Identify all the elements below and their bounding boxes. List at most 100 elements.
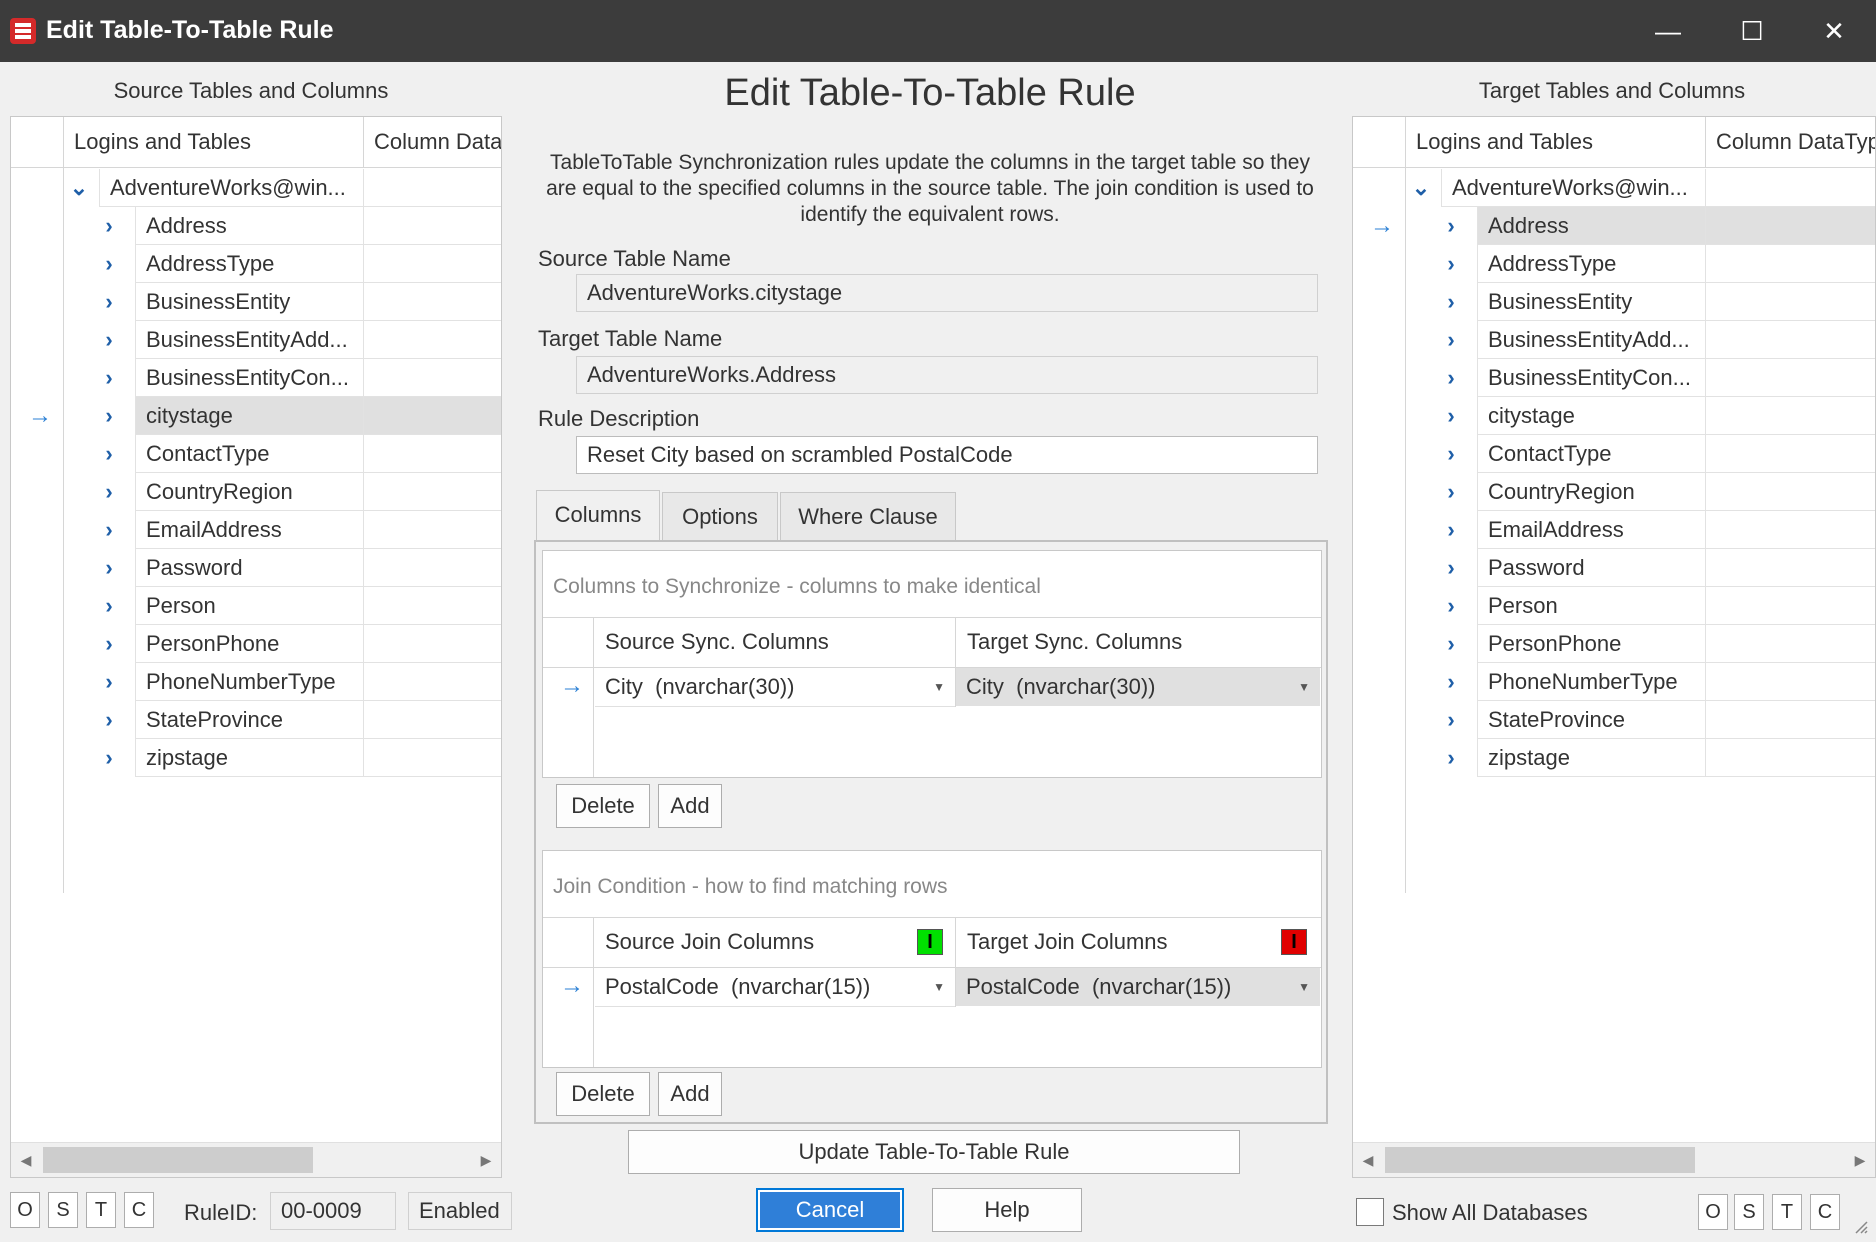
tree-table-row[interactable]: › zipstage — [11, 739, 501, 777]
tree-table-row[interactable]: › ContactType — [11, 435, 501, 473]
collapse-icon[interactable]: ⌄ — [1409, 169, 1433, 207]
scroll-left-icon[interactable]: ◀ — [1353, 1143, 1383, 1177]
tab-options[interactable]: Options — [662, 492, 778, 542]
sync-source-combo[interactable]: City (nvarchar(30)) ▼ — [595, 668, 955, 707]
source-tree-grid[interactable]: Logins and Tables Column DataT ⌄ Adventur… — [10, 116, 502, 1178]
tree-table-row[interactable]: › AddressType — [1353, 245, 1875, 283]
expand-icon[interactable]: › — [1439, 207, 1463, 245]
expand-icon[interactable]: › — [1439, 625, 1463, 663]
target-tree-grid[interactable]: Logins and Tables Column DataTyp ⌄ Advent… — [1352, 116, 1876, 1178]
expand-icon[interactable]: › — [97, 473, 121, 511]
source-s-button[interactable]: S — [48, 1192, 78, 1228]
expand-icon[interactable]: › — [97, 701, 121, 739]
target-col-datatype[interactable]: Column DataTyp — [1705, 117, 1875, 167]
target-o-button[interactable]: O — [1698, 1194, 1728, 1230]
sync-add-button[interactable]: Add — [658, 784, 722, 828]
join-source-combo[interactable]: PostalCode (nvarchar(15)) ▼ — [595, 968, 955, 1007]
source-o-button[interactable]: O — [10, 1192, 40, 1228]
sync-target-col-header[interactable]: Target Sync. Columns — [967, 617, 1182, 667]
target-hscrollbar[interactable]: ◀ ▶ — [1353, 1142, 1875, 1177]
target-c-button[interactable]: C — [1810, 1194, 1840, 1230]
dropdown-icon[interactable]: ▼ — [933, 980, 945, 994]
source-col-datatype[interactable]: Column DataT — [363, 117, 501, 167]
tree-table-row[interactable]: › PhoneNumberType — [1353, 663, 1875, 701]
join-target-combo[interactable]: PostalCode (nvarchar(15)) ▼ — [956, 968, 1320, 1006]
tree-table-row[interactable]: › PersonPhone — [1353, 625, 1875, 663]
expand-icon[interactable]: › — [97, 511, 121, 549]
resize-grip-icon[interactable] — [1852, 1218, 1868, 1234]
sync-target-combo[interactable]: City (nvarchar(30)) ▼ — [956, 668, 1320, 706]
join-delete-button[interactable]: Delete — [556, 1072, 650, 1116]
expand-icon[interactable]: › — [1439, 587, 1463, 625]
tree-table-row[interactable]: › BusinessEntityAdd... — [1353, 321, 1875, 359]
expand-icon[interactable]: › — [97, 283, 121, 321]
tree-table-row[interactable]: › StateProvince — [1353, 701, 1875, 739]
tree-table-row[interactable]: › CountryRegion — [11, 473, 501, 511]
tree-table-row[interactable]: › Password — [11, 549, 501, 587]
tree-table-row[interactable]: › BusinessEntityCon... — [11, 359, 501, 397]
maximize-button[interactable]: ☐ — [1710, 0, 1794, 62]
expand-icon[interactable]: › — [97, 663, 121, 701]
minimize-button[interactable]: — — [1626, 0, 1710, 62]
tree-table-row[interactable]: › PhoneNumberType — [11, 663, 501, 701]
target-t-button[interactable]: T — [1772, 1194, 1802, 1230]
expand-icon[interactable]: › — [1439, 473, 1463, 511]
tree-root-row[interactable]: ⌄ AdventureWorks@win... — [11, 169, 501, 207]
tree-table-row[interactable]: › BusinessEntityCon... — [1353, 359, 1875, 397]
tree-table-row[interactable]: › Person — [1353, 587, 1875, 625]
source-col-logins[interactable]: Logins and Tables — [63, 117, 375, 167]
tab-where-clause[interactable]: Where Clause — [780, 492, 956, 542]
dropdown-icon[interactable]: ▼ — [933, 680, 945, 694]
collapse-icon[interactable]: ⌄ — [67, 169, 91, 207]
expand-icon[interactable]: › — [97, 207, 121, 245]
dropdown-icon[interactable]: ▼ — [1298, 680, 1310, 694]
scroll-thumb[interactable] — [1385, 1147, 1695, 1173]
expand-icon[interactable]: › — [97, 625, 121, 663]
expand-icon[interactable]: › — [1439, 663, 1463, 701]
tree-table-row[interactable]: › Password — [1353, 549, 1875, 587]
expand-icon[interactable]: › — [97, 435, 121, 473]
expand-icon[interactable]: › — [1439, 549, 1463, 587]
scroll-right-icon[interactable]: ▶ — [471, 1143, 501, 1177]
join-source-col-header[interactable]: Source Join Columns — [605, 917, 814, 967]
tree-table-row[interactable]: › citystage — [1353, 397, 1875, 435]
update-rule-button[interactable]: Update Table-To-Table Rule — [628, 1130, 1240, 1174]
tree-table-row[interactable]: › StateProvince — [11, 701, 501, 739]
target-s-button[interactable]: S — [1734, 1194, 1764, 1230]
show-all-databases-checkbox[interactable] — [1356, 1198, 1384, 1226]
tree-table-row[interactable]: › PersonPhone — [11, 625, 501, 663]
tree-table-row[interactable]: › ContactType — [1353, 435, 1875, 473]
join-target-col-header[interactable]: Target Join Columns — [967, 917, 1168, 967]
cancel-button[interactable]: Cancel — [756, 1188, 904, 1232]
expand-icon[interactable]: › — [97, 321, 121, 359]
scroll-right-icon[interactable]: ▶ — [1845, 1143, 1875, 1177]
tree-table-row[interactable]: › Address — [11, 207, 501, 245]
scroll-left-icon[interactable]: ◀ — [11, 1143, 41, 1177]
source-c-button[interactable]: C — [124, 1192, 154, 1228]
expand-icon[interactable]: › — [1439, 397, 1463, 435]
expand-icon[interactable]: › — [1439, 435, 1463, 473]
close-button[interactable]: ✕ — [1792, 0, 1876, 62]
expand-icon[interactable]: › — [1439, 359, 1463, 397]
expand-icon[interactable]: › — [97, 359, 121, 397]
source-hscrollbar[interactable]: ◀ ▶ — [11, 1142, 501, 1177]
dropdown-icon[interactable]: ▼ — [1298, 980, 1310, 994]
expand-icon[interactable]: › — [1439, 511, 1463, 549]
expand-icon[interactable]: › — [1439, 701, 1463, 739]
expand-icon[interactable]: › — [97, 549, 121, 587]
tab-columns[interactable]: Columns — [536, 490, 660, 542]
tree-table-row[interactable]: › Person — [11, 587, 501, 625]
tree-table-row[interactable]: → › Address — [1353, 207, 1875, 245]
source-t-button[interactable]: T — [86, 1192, 116, 1228]
tree-table-row[interactable]: › CountryRegion — [1353, 473, 1875, 511]
expand-icon[interactable]: › — [1439, 739, 1463, 777]
tree-table-row[interactable]: → › citystage — [11, 397, 501, 435]
expand-icon[interactable]: › — [97, 587, 121, 625]
tree-table-row[interactable]: › zipstage — [1353, 739, 1875, 777]
rule-description-input[interactable]: Reset City based on scrambled PostalCode — [576, 436, 1318, 474]
expand-icon[interactable]: › — [1439, 245, 1463, 283]
expand-icon[interactable]: › — [97, 397, 121, 435]
tree-table-row[interactable]: › BusinessEntity — [1353, 283, 1875, 321]
sync-source-col-header[interactable]: Source Sync. Columns — [605, 617, 829, 667]
tree-table-row[interactable]: › EmailAddress — [1353, 511, 1875, 549]
